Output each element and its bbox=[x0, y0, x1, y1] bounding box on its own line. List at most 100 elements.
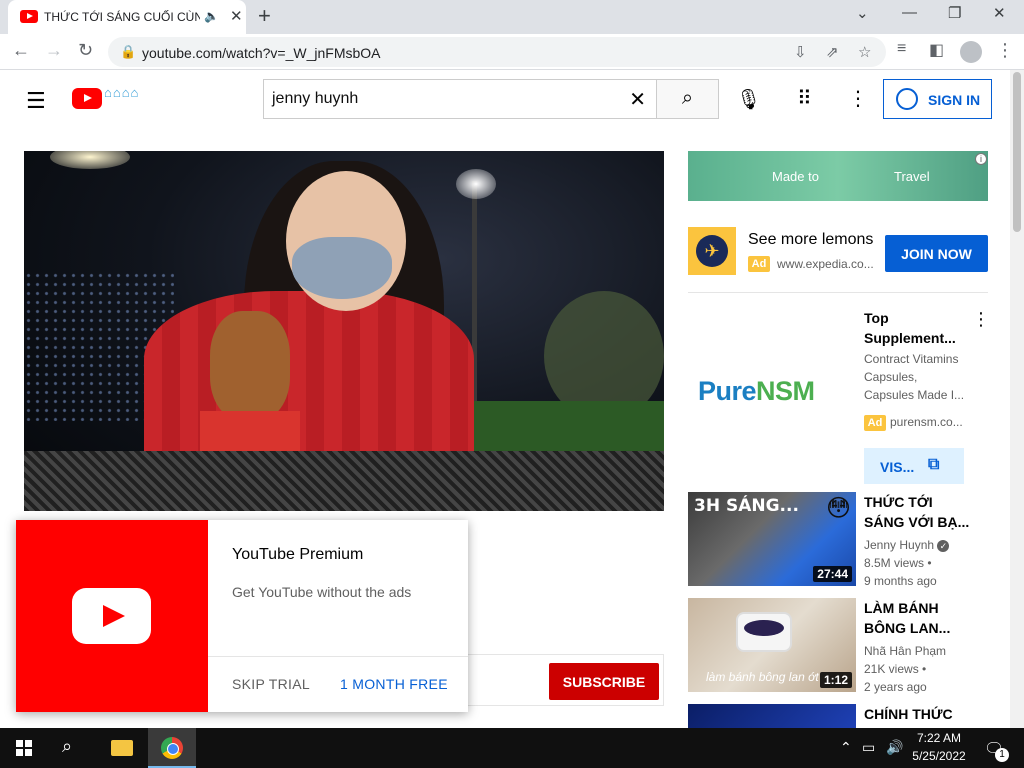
windows-taskbar: ⌕ ⌃ ▭ 🔊 7:22 AM 5/25/2022 🗨 1 bbox=[0, 728, 1024, 768]
video-player[interactable] bbox=[24, 151, 664, 511]
thumbnail-batter bbox=[744, 620, 784, 636]
search-query-text[interactable]: jenny huynh bbox=[272, 90, 358, 108]
youtube-play-icon bbox=[72, 588, 151, 644]
expedia-ad-url: www.expedia.co... bbox=[777, 257, 874, 271]
audio-playing-icon[interactable]: 🔈 bbox=[204, 9, 219, 23]
clock-time[interactable]: 7:22 AM bbox=[912, 731, 966, 745]
video-icecream bbox=[210, 311, 290, 421]
install-app-icon[interactable]: ⇩ bbox=[794, 43, 807, 61]
clock-date[interactable]: 5/25/2022 bbox=[906, 749, 972, 763]
purensm-ad-title-line1[interactable]: Top bbox=[864, 308, 970, 328]
purensm-ad-thumbnail[interactable]: PureNSM bbox=[688, 308, 856, 476]
premium-divider bbox=[208, 656, 468, 657]
clear-search-icon[interactable]: ✕ bbox=[629, 87, 646, 112]
volume-icon[interactable]: 🔊 bbox=[886, 739, 903, 756]
ad-more-options-icon[interactable]: ⋮ bbox=[972, 309, 990, 330]
thumbnail-caption: 3H SÁNG... bbox=[694, 496, 799, 516]
address-bar[interactable]: 🔒 youtube.com/watch?v=_W_jnFMsbOA ⇩ ⇗ ☆ bbox=[108, 37, 886, 67]
share-icon[interactable]: ⇗ bbox=[826, 43, 839, 61]
reload-icon[interactable]: ↻ bbox=[78, 40, 93, 61]
sign-in-label: SIGN IN bbox=[928, 92, 981, 108]
tab-search-chevron-icon[interactable]: ⌄ bbox=[856, 4, 869, 22]
subscribe-button[interactable]: SUBSCRIBE bbox=[549, 663, 659, 700]
youtube-logo-icon[interactable] bbox=[72, 88, 102, 109]
premium-subtitle: Get YouTube without the ads bbox=[232, 584, 412, 600]
view-count: 8.5M views • bbox=[864, 556, 932, 570]
ad-info-icon[interactable]: i bbox=[975, 153, 987, 165]
join-now-button[interactable]: JOIN NOW bbox=[885, 235, 988, 272]
apps-grid-icon[interactable]: ⠿ bbox=[797, 86, 812, 111]
banner-ad-text-right: Travel bbox=[894, 169, 930, 184]
banner-ad[interactable]: Made to Travel bbox=[688, 151, 988, 201]
browser-menu-icon[interactable]: ⋮ bbox=[996, 40, 1014, 61]
chrome-icon[interactable] bbox=[161, 737, 183, 759]
tab-close-icon[interactable]: ✕ bbox=[230, 7, 243, 25]
video-bg-lamp bbox=[50, 151, 130, 169]
one-month-free-button[interactable]: 1 MONTH FREE bbox=[340, 676, 448, 692]
skip-trial-button[interactable]: SKIP TRIAL bbox=[232, 676, 310, 692]
minimize-button[interactable]: — bbox=[902, 4, 917, 21]
purensm-ad-title-line2[interactable]: Supplement... bbox=[864, 328, 970, 348]
taskbar-search-icon[interactable]: ⌕ bbox=[62, 736, 72, 757]
url-text[interactable]: youtube.com/watch?v=_W_jnFMsbOA bbox=[142, 45, 381, 61]
video-person-mask bbox=[292, 237, 392, 299]
windows-start-icon[interactable] bbox=[16, 740, 32, 756]
video-title-line1[interactable]: THỨC TỚI bbox=[864, 492, 970, 512]
video-title-line1[interactable]: LÀM BÁNH bbox=[864, 598, 970, 618]
new-tab-button[interactable]: + bbox=[258, 3, 271, 29]
video-title-line2[interactable]: BÔNG LAN... bbox=[864, 618, 970, 638]
sidebar-divider bbox=[688, 292, 988, 293]
open-external-icon: ⧉ bbox=[928, 456, 940, 473]
search-icon: ⌕ bbox=[681, 87, 694, 109]
channel-name[interactable]: Jenny Huynh ✓ bbox=[864, 538, 950, 552]
verified-check-icon: ✓ bbox=[937, 540, 950, 552]
video-thumbnail[interactable]: làm bánh bông lan ớt 1:12 bbox=[688, 598, 856, 692]
visit-site-label: VIS... bbox=[880, 459, 915, 475]
show-hidden-icons-chevron-icon[interactable]: ⌃ bbox=[840, 739, 852, 756]
banner-ad-text-left: Made to bbox=[772, 169, 819, 184]
file-explorer-icon[interactable] bbox=[111, 740, 133, 756]
lock-icon[interactable]: 🔒 bbox=[120, 44, 136, 60]
profile-avatar-icon[interactable] bbox=[960, 41, 982, 63]
network-icon[interactable]: ▭ bbox=[862, 739, 875, 756]
premium-title: YouTube Premium bbox=[232, 546, 364, 563]
upload-age: 9 months ago bbox=[864, 574, 937, 588]
browser-tab-bar: THỨC TỚI SÁNG CUỐI CÙNG 🔈 ✕ + ⌄ — ❐ ✕ bbox=[0, 0, 1024, 34]
video-thumbnail[interactable] bbox=[688, 704, 856, 728]
airplane-icon: ✈ bbox=[696, 235, 728, 267]
scrollbar-thumb[interactable] bbox=[1013, 72, 1021, 232]
search-input[interactable]: jenny huynh ✕ bbox=[263, 79, 656, 119]
youtube-doodle-logo[interactable]: ⌂⌂⌂⌂ bbox=[104, 85, 166, 109]
hamburger-menu-icon[interactable]: ☰ bbox=[26, 88, 46, 114]
view-count: 21K views • bbox=[864, 662, 927, 676]
youtube-favicon-icon bbox=[20, 10, 38, 23]
back-arrow-icon[interactable]: ← bbox=[12, 40, 30, 61]
restore-button[interactable]: ❐ bbox=[948, 4, 961, 22]
search-button[interactable]: ⌕ bbox=[656, 79, 719, 119]
side-panel-icon[interactable]: ◧ bbox=[929, 40, 944, 60]
expedia-ad-title[interactable]: See more lemons bbox=[748, 231, 873, 249]
ad-badge: Ad bbox=[864, 415, 886, 431]
forward-arrow-icon[interactable]: → bbox=[45, 40, 63, 61]
video-title-line2[interactable]: SÁNG VỚI BẠ... bbox=[864, 512, 970, 532]
close-window-button[interactable]: ✕ bbox=[993, 4, 1006, 22]
video-duration: 27:44 bbox=[813, 566, 852, 582]
microphone-icon[interactable]: 🎙 bbox=[736, 87, 761, 112]
sign-in-button[interactable]: SIGN IN bbox=[883, 79, 992, 119]
video-title-line1[interactable]: CHÍNH THỨC bbox=[864, 704, 970, 724]
media-control-icon[interactable]: ≡ bbox=[897, 40, 906, 58]
browser-tab[interactable]: THỨC TỚI SÁNG CUỐI CÙNG 🔈 ✕ bbox=[8, 0, 246, 34]
purensm-ad-desc-line1: Contract Vitamins bbox=[864, 352, 959, 366]
visit-site-button[interactable]: VIS... ⧉ bbox=[864, 448, 964, 484]
tab-title: THỨC TỚI SÁNG CUỐI CÙNG bbox=[44, 10, 200, 24]
purensm-ad-desc-line3: Capsules Made I... bbox=[864, 388, 965, 402]
account-icon bbox=[896, 88, 918, 110]
video-thumbnail[interactable]: 3H SÁNG... 😳 27:44 bbox=[688, 492, 856, 586]
video-duration: 1:12 bbox=[819, 672, 852, 688]
channel-name[interactable]: Nhã Hân Phạm bbox=[864, 644, 946, 658]
settings-more-icon[interactable]: ⋮ bbox=[848, 86, 868, 111]
upload-age: 2 years ago bbox=[864, 680, 927, 694]
shocked-face-icon: 😳 bbox=[826, 495, 852, 522]
bookmark-star-icon[interactable]: ☆ bbox=[858, 43, 871, 61]
expedia-logo[interactable]: ✈ bbox=[688, 227, 736, 275]
